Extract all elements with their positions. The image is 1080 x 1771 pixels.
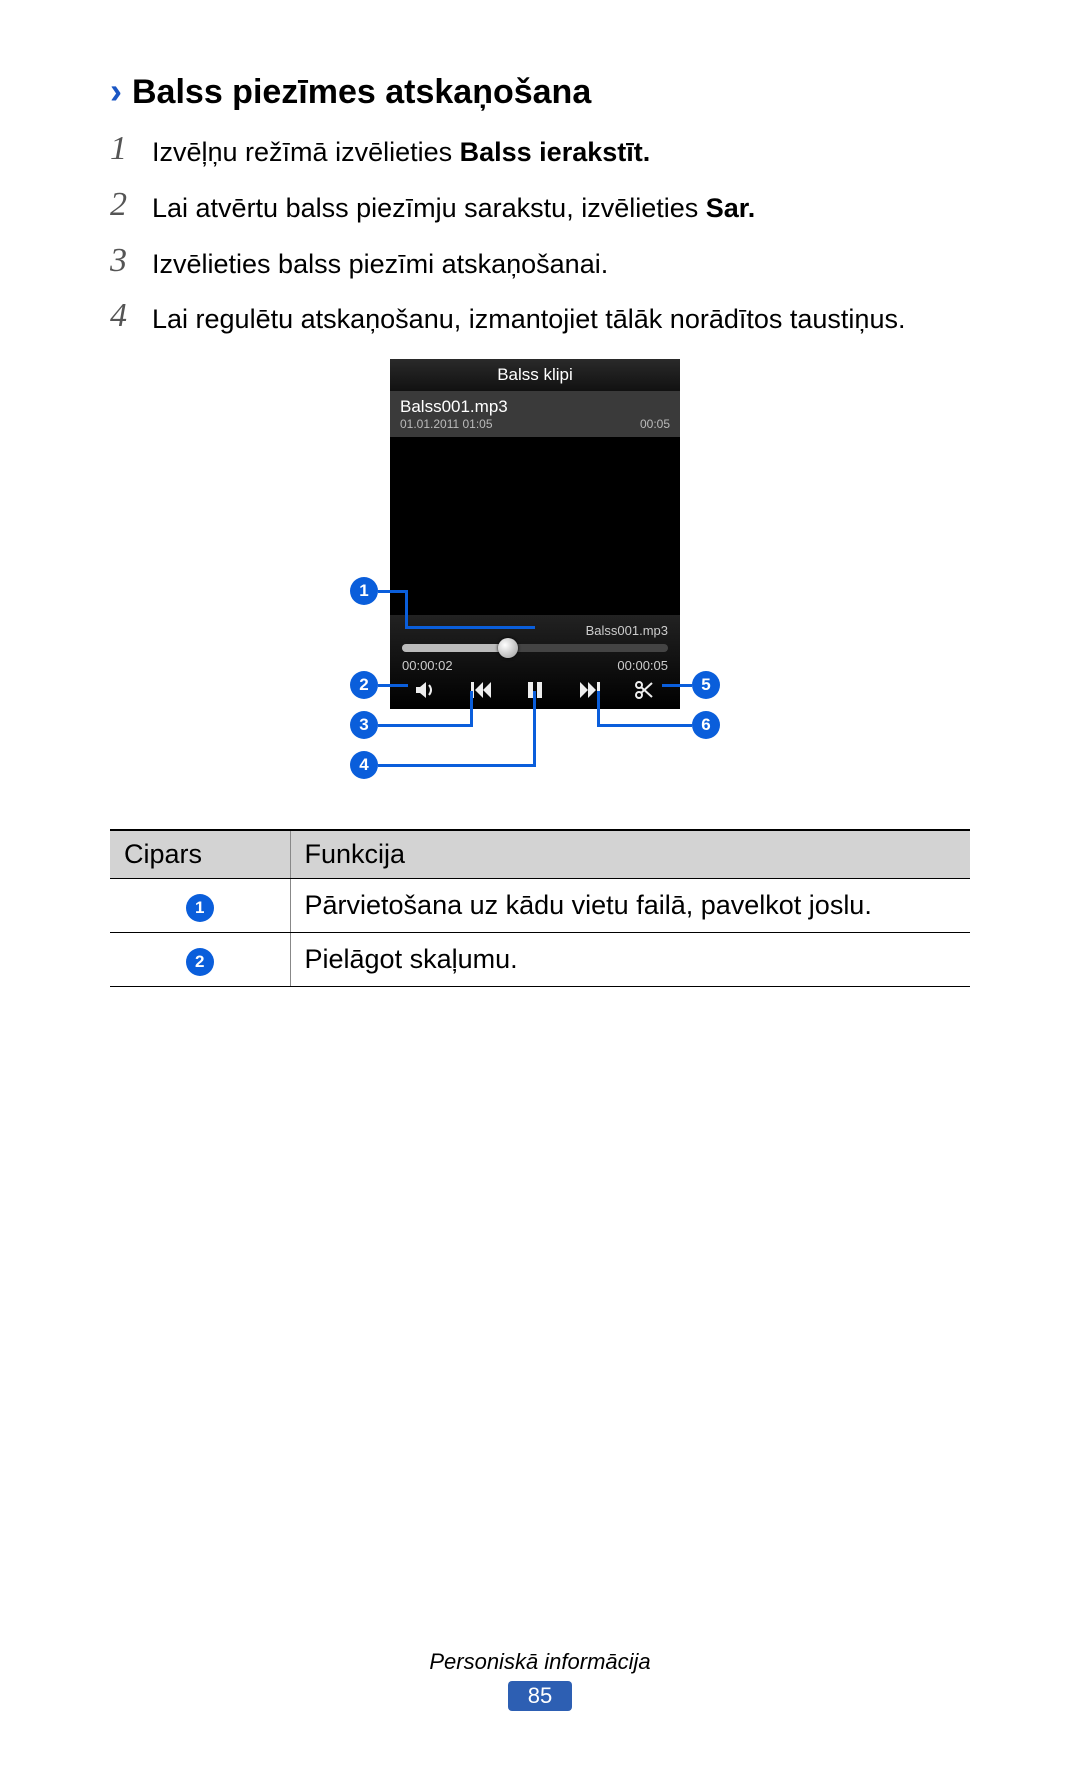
heading-text: Balss piezīmes atskaņošana (132, 73, 591, 112)
section-heading: › Balss piezīmes atskaņošana (110, 70, 970, 112)
table-head-num: Cipars (110, 830, 290, 879)
step-pre: Lai atvērtu balss piezīmju sarakstu, izv… (152, 193, 706, 223)
time-row: 00:00:02 00:00:05 (402, 658, 668, 673)
callout-line (378, 724, 473, 727)
callout-badge-1: 1 (350, 577, 378, 605)
page-footer: Personiskā informācija 85 (0, 1649, 1080, 1711)
row-badge: 1 (186, 894, 214, 922)
step-text: Lai regulētu atskaņošanu, izmantojiet tā… (152, 297, 905, 339)
step-text: Izvēļņu režīmā izvēlieties Balss ierakst… (152, 130, 650, 172)
trim-icon[interactable] (622, 681, 666, 699)
prev-icon[interactable] (459, 682, 503, 698)
chevron-icon: › (110, 70, 122, 112)
callout-line (597, 691, 600, 727)
callout-line (597, 724, 692, 727)
row-badge: 2 (186, 948, 214, 976)
table-row: 1 Pārvietošana uz kādu vietu failā, pave… (110, 879, 970, 933)
callout-badge-6: 6 (692, 711, 720, 739)
step-4: 4 Lai regulētu atskaņošanu, izmantojiet … (110, 297, 970, 339)
file-date: 01.01.2011 01:05 (400, 417, 493, 431)
callout-line (405, 590, 408, 628)
row-func: Pārvietošana uz kādu vietu failā, pavelk… (290, 879, 970, 933)
slider-knob[interactable] (498, 638, 518, 658)
callout-badge-3: 3 (350, 711, 378, 739)
slider-fill (402, 644, 508, 652)
step-text: Izvēlieties balss piezīmi atskaņošanai. (152, 242, 608, 284)
step-3: 3 Izvēlieties balss piezīmi atskaņošanai… (110, 242, 970, 284)
file-duration: 00:05 (640, 417, 670, 431)
file-meta: 01.01.2011 01:05 00:05 (400, 417, 670, 435)
step-number: 1 (110, 130, 152, 167)
callout-line (470, 691, 473, 727)
function-table: Cipars Funkcija 1 Pārvietošana uz kādu v… (110, 829, 970, 987)
callout-badge-5: 5 (692, 671, 720, 699)
phone-screen: Balss klipi Balss001.mp3 01.01.2011 01:0… (390, 359, 680, 709)
phone-title: Balss klipi (390, 359, 680, 391)
callout-badge-2: 2 (350, 671, 378, 699)
callout-badge-4: 4 (350, 751, 378, 779)
page-number: 85 (508, 1681, 572, 1711)
file-name: Balss001.mp3 (400, 397, 670, 417)
progress-slider[interactable] (402, 644, 668, 652)
callout-line (662, 684, 692, 687)
time-total: 00:00:05 (617, 658, 668, 673)
callout-line (378, 684, 408, 687)
table-row: 2 Pielāgot skaļumu. (110, 933, 970, 987)
step-number: 4 (110, 297, 152, 334)
callout-line (378, 764, 536, 767)
step-pre: Lai regulētu atskaņošanu, izmantojiet tā… (152, 304, 905, 334)
phone-diagram: Balss klipi Balss001.mp3 01.01.2011 01:0… (240, 359, 840, 799)
step-bold: Sar. (706, 193, 756, 223)
callout-line (405, 626, 535, 629)
row-func: Pielāgot skaļumu. (290, 933, 970, 987)
callout-line (378, 590, 408, 593)
step-text: Lai atvērtu balss piezīmju sarakstu, izv… (152, 186, 755, 228)
step-bold: Balss ierakstīt. (460, 137, 651, 167)
steps-list: 1 Izvēļņu režīmā izvēlieties Balss ierak… (110, 130, 970, 339)
volume-icon[interactable] (404, 681, 448, 699)
step-2: 2 Lai atvērtu balss piezīmju sarakstu, i… (110, 186, 970, 228)
step-1: 1 Izvēļņu režīmā izvēlieties Balss ierak… (110, 130, 970, 172)
step-number: 2 (110, 186, 152, 223)
step-pre: Izvēlieties balss piezīmi atskaņošanai. (152, 249, 608, 279)
callout-line (533, 691, 536, 767)
next-icon[interactable] (568, 682, 612, 698)
time-elapsed: 00:00:02 (402, 658, 453, 673)
table-head-func: Funkcija (290, 830, 970, 879)
step-number: 3 (110, 242, 152, 279)
file-row: Balss001.mp3 01.01.2011 01:05 00:05 (390, 391, 680, 437)
step-pre: Izvēļņu režīmā izvēlieties (152, 137, 460, 167)
footer-section: Personiskā informācija (0, 1649, 1080, 1675)
